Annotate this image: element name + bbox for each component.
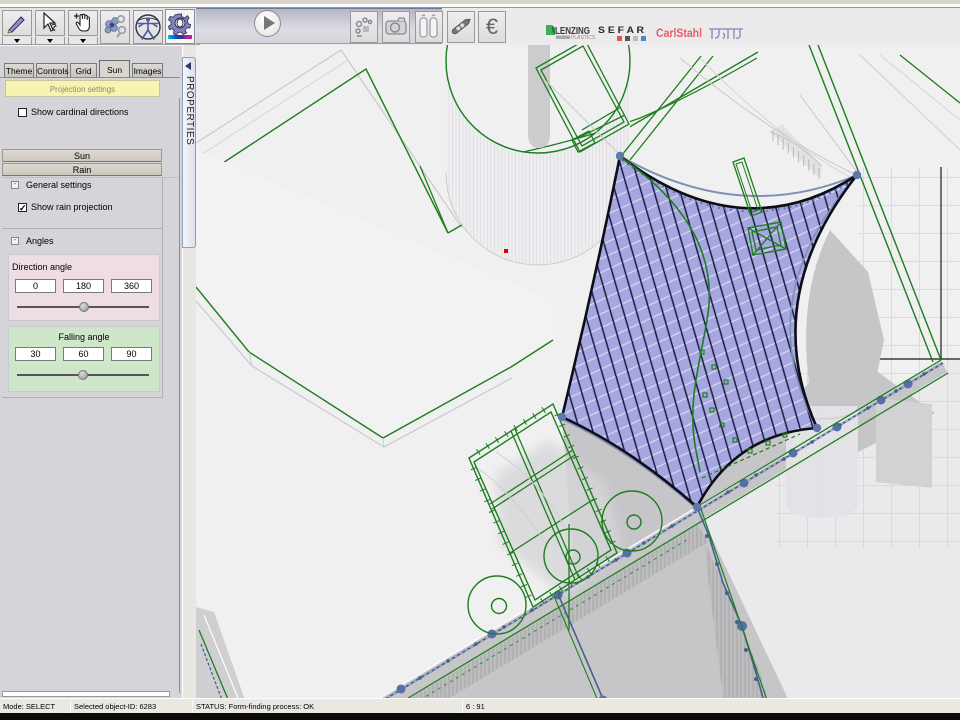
svg-text:PLASTICS: PLASTICS — [571, 35, 596, 41]
svg-text:S E F A R: S E F A R — [598, 25, 644, 36]
svg-text:€: € — [486, 14, 498, 39]
svg-text:CarlStahl: CarlStahl — [656, 28, 702, 40]
